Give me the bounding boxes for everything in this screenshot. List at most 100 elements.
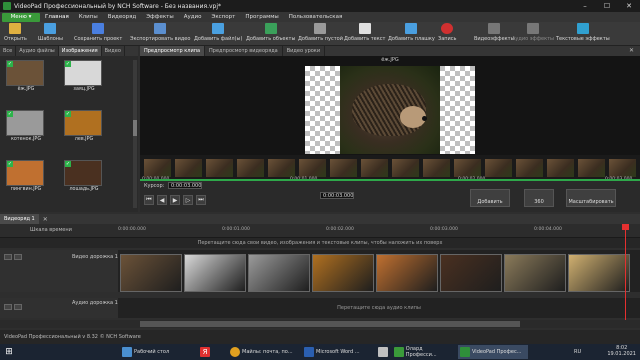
add-file-icon <box>212 23 225 34</box>
video-effects-button[interactable]: Видеоэффекты <box>474 23 515 45</box>
audio-effects-button[interactable]: Аудио эффекты <box>512 23 554 45</box>
close-button[interactable]: ✕ <box>618 0 640 12</box>
add-to-sequence-button[interactable]: Добавить <box>470 189 510 207</box>
taskbar-word[interactable]: Microsoft Word ... <box>302 345 372 359</box>
word-icon <box>304 347 314 357</box>
menu-export[interactable]: Экспорт <box>206 14 240 20</box>
360-button[interactable]: 360 <box>524 189 554 207</box>
media-scrollbar[interactable] <box>133 60 137 208</box>
minimize-button[interactable]: – <box>574 0 596 12</box>
menu-home[interactable]: Главная <box>40 14 74 20</box>
overlay-drop-hint: Перетащите сюда свои видео, изображения … <box>0 238 640 248</box>
media-item[interactable]: заяц.JPG ✓ <box>64 60 104 94</box>
film-frame <box>392 159 419 177</box>
end-time-field[interactable]: 0:00:03.000 <box>320 192 354 199</box>
app-window: VideoPad Профессиональный by NCH Softwar… <box>0 0 640 344</box>
step-forward-icon[interactable]: ▷ <box>183 195 193 205</box>
maximize-button[interactable]: ☐ <box>596 0 618 12</box>
ruler-tick: 0:00:01.000 <box>222 227 250 232</box>
main-menu-button[interactable]: Меню ▾ <box>2 12 40 22</box>
templates-icon <box>44 23 57 34</box>
menu-sequence[interactable]: Видеоряд <box>103 14 142 20</box>
tab-sequence-preview[interactable]: Предпросмотр видеоряда <box>205 46 283 56</box>
scrollbar-thumb[interactable] <box>133 120 137 136</box>
cursor-time-field[interactable]: 0:00:03.000 <box>168 182 202 189</box>
tab-video-lessons[interactable]: Видео уроки <box>283 46 326 56</box>
taskbar-yandex[interactable]: Я <box>198 345 220 359</box>
tab-images[interactable]: Изображения <box>58 46 102 56</box>
audio-track[interactable]: Перетащите сюда аудио клипы <box>118 298 640 318</box>
save-icon <box>92 23 105 34</box>
windows-start-icon[interactable]: ⊞ <box>0 344 18 360</box>
ruler-tick: 0:00:03.000 <box>430 227 458 232</box>
tab-sequence-1[interactable]: Видеоряд 1 <box>0 214 39 224</box>
menu-clips[interactable]: Клипы <box>74 14 103 20</box>
timeline-ruler[interactable]: Шкала времени 0:00:00.000 0:00:01.000 0:… <box>0 224 640 238</box>
tab-all[interactable]: Все <box>0 46 17 56</box>
taskbar-mail[interactable]: Майлы: почта, по... <box>228 345 298 359</box>
menu-programs[interactable]: Программы <box>240 14 283 20</box>
olard-icon <box>394 347 404 357</box>
menu-effects[interactable]: Эффекты <box>141 14 179 20</box>
clock[interactable]: 8:02 19.01.2021 <box>607 345 636 357</box>
timeline-clip[interactable] <box>248 254 310 292</box>
media-item[interactable]: пингвин.JPG ✓ <box>6 160 46 194</box>
add-objects-button[interactable]: Добавить объекты <box>246 23 295 45</box>
tab-clip-preview[interactable]: Предпросмотр клипа <box>140 46 206 56</box>
taskbar-olard[interactable]: Олард Професси... <box>392 345 454 359</box>
audio-track-header: Аудио дорожка 1 <box>0 298 118 318</box>
blank-icon <box>314 23 327 34</box>
media-item[interactable]: котенок.JPG ✓ <box>6 110 46 144</box>
audio-solo-icon[interactable] <box>14 304 22 310</box>
track-visibility-icon[interactable] <box>4 254 12 260</box>
track-lock-icon[interactable] <box>14 254 22 260</box>
add-text-button[interactable]: Добавить текст <box>344 23 385 45</box>
taskbar-desktop[interactable]: Рабочий стол <box>120 345 190 359</box>
record-icon <box>441 23 454 34</box>
media-item[interactable]: лошадь.JPG ✓ <box>64 160 104 194</box>
playhead[interactable] <box>625 224 626 320</box>
export-video-button[interactable]: Экспортировать видео <box>130 23 190 45</box>
menu-custom[interactable]: Пользовательская <box>284 14 348 20</box>
record-button[interactable]: Запись <box>438 23 456 45</box>
scrollbar-thumb[interactable] <box>140 321 520 327</box>
taskbar-videopad[interactable]: VideoPad Профес... <box>458 345 528 359</box>
audio-mute-icon[interactable] <box>4 304 12 310</box>
scale-button[interactable]: Масштабировать <box>566 189 616 207</box>
play-icon[interactable]: ▶ <box>170 195 180 205</box>
app-icon <box>3 2 11 10</box>
tab-audio-files[interactable]: Аудио файлы <box>16 46 59 56</box>
templates-button[interactable]: Шаблоны <box>38 23 63 45</box>
menu-audio[interactable]: Аудио <box>179 14 207 20</box>
timeline-scrollbar[interactable] <box>0 320 640 328</box>
video-track[interactable] <box>118 250 640 292</box>
fx-icon <box>488 23 501 34</box>
timeline-clip[interactable] <box>184 254 246 292</box>
language-indicator[interactable]: RU <box>574 349 581 355</box>
timeline-clip[interactable] <box>440 254 502 292</box>
taskbar: ⊞ Рабочий стол Я Майлы: почта, по... Mic… <box>0 344 640 360</box>
taskbar-app[interactable] <box>376 345 390 359</box>
add-files-button[interactable]: Добавить файл(ы) <box>194 23 242 45</box>
clip-filmstrip[interactable]: 0:00:00.000 0:00:01.000 0:00:02.000 0:00… <box>140 155 640 182</box>
timeline-clip[interactable] <box>504 254 566 292</box>
timeline-clip[interactable] <box>376 254 438 292</box>
open-button[interactable]: Открыть <box>4 23 27 45</box>
media-item[interactable]: ёж.JPG ✓ <box>6 60 46 94</box>
close-sequence-icon[interactable]: ✕ <box>43 216 48 223</box>
add-caption-button[interactable]: Добавить плашку <box>388 23 435 45</box>
close-icon[interactable]: ✕ <box>629 47 634 54</box>
timeline-clip[interactable] <box>120 254 182 292</box>
timeline-clip[interactable] <box>312 254 374 292</box>
text-effects-button[interactable]: Текстовые эффекты <box>556 23 610 45</box>
media-item[interactable]: лев.JPG ✓ <box>64 110 104 144</box>
save-project-button[interactable]: Сохранить проект <box>74 23 122 45</box>
skip-end-icon[interactable]: ⏭ <box>196 195 206 205</box>
add-blank-button[interactable]: Добавить пустой <box>298 23 343 45</box>
timeline-clip[interactable] <box>568 254 630 292</box>
cursor-label: Курсор: <box>144 183 165 189</box>
tab-video[interactable]: Видео <box>102 46 125 56</box>
skip-start-icon[interactable]: ⏮ <box>144 195 154 205</box>
media-thumbnails: ёж.JPG ✓ заяц.JPG ✓ котенок.JPG ✓ лев.JPG ✓ … <box>2 58 132 210</box>
step-back-icon[interactable]: ◀ <box>157 195 167 205</box>
